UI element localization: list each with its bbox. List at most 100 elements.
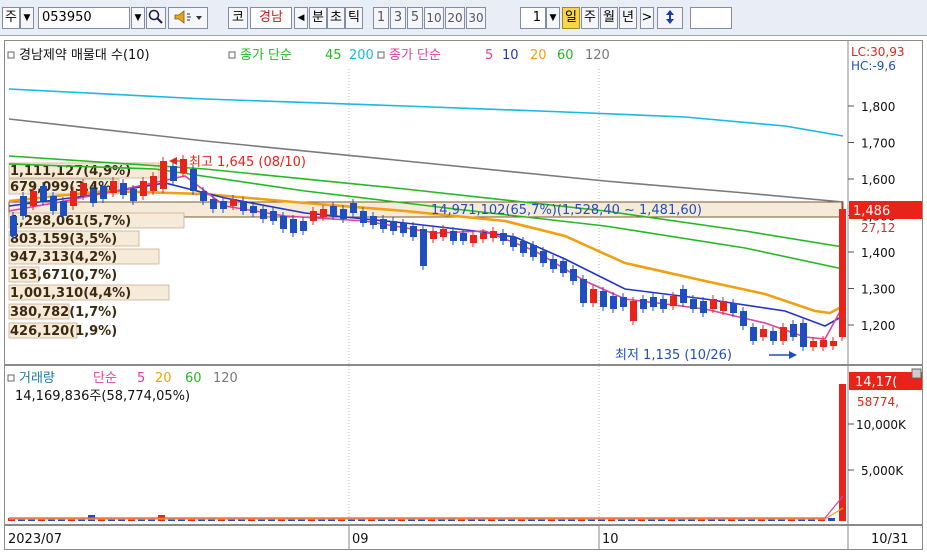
candle-body bbox=[640, 299, 647, 309]
price-legend-title: 경남제약 매물대 수(10) bbox=[19, 48, 150, 63]
candle-body bbox=[310, 211, 317, 221]
period-minute-button[interactable]: 분 bbox=[309, 7, 327, 29]
volume-ma60: 60 bbox=[185, 371, 202, 386]
price-tick-label: 1,300 bbox=[861, 283, 895, 297]
candle-body bbox=[670, 296, 677, 306]
candle-body bbox=[10, 216, 17, 236]
candle-body bbox=[290, 219, 297, 233]
price-chart-panel[interactable]: 1,111,127(4,9%) 679,099(3,4%) 1,298,061(5,… bbox=[4, 40, 923, 365]
candle-body bbox=[40, 186, 47, 201]
volume-bars bbox=[8, 384, 846, 521]
candle-body bbox=[630, 301, 637, 321]
candle-body bbox=[270, 211, 277, 221]
market-select[interactable]: 주 bbox=[2, 7, 20, 29]
volume-profile-label: 947,313(4,2%) bbox=[10, 250, 117, 265]
period-year-button[interactable]: 년 bbox=[619, 7, 637, 29]
candle-body bbox=[250, 206, 257, 213]
period-count-dropdown[interactable]: ▼ bbox=[546, 7, 560, 29]
price-tick-label: 1,400 bbox=[861, 246, 895, 260]
volume-ma20: 20 bbox=[155, 371, 172, 386]
candle-body bbox=[260, 209, 267, 219]
period-count-input[interactable]: 1 bbox=[520, 7, 546, 29]
price-tick-label: 1,800 bbox=[861, 100, 895, 114]
period-3-button[interactable]: 3 bbox=[390, 7, 406, 29]
candle-body bbox=[150, 176, 157, 191]
candle-body bbox=[650, 297, 657, 307]
candle-body bbox=[570, 269, 577, 281]
volume-profile-label: 380,782(1,7%) bbox=[10, 305, 117, 320]
lc-label: LC:30,93 bbox=[851, 45, 904, 59]
market-dropdown-arrow[interactable]: ▼ bbox=[20, 7, 34, 29]
period-30-button[interactable]: 30 bbox=[466, 7, 486, 29]
period-20-button[interactable]: 20 bbox=[445, 7, 465, 29]
candle-body bbox=[460, 233, 467, 241]
candle-body bbox=[380, 219, 387, 229]
candle-body bbox=[30, 191, 37, 206]
candle-body bbox=[760, 329, 767, 337]
price-tick-label: 1,700 bbox=[861, 137, 895, 151]
candle-body bbox=[450, 231, 457, 241]
legend-box-icon bbox=[7, 374, 15, 382]
stock-code-input[interactable]: 053950 bbox=[38, 7, 130, 29]
price-change: 27,12 bbox=[861, 221, 895, 235]
candle-body bbox=[790, 324, 797, 337]
price-chart[interactable]: 1,111,127(4,9%)679,099(3,4%)1,298,061(5,… bbox=[5, 41, 922, 364]
search-button[interactable] bbox=[146, 7, 166, 29]
candle-body bbox=[230, 199, 237, 206]
code-dropdown-arrow[interactable]: ▼ bbox=[131, 7, 145, 29]
candle-body bbox=[300, 221, 307, 231]
volume-chart-panel[interactable]: 거래량 단순 5 20 60 120 14,169,836주(58,774,05… bbox=[4, 365, 923, 525]
volume-summary: 14,169,836주(58,774,05%) bbox=[15, 389, 190, 404]
candle-body bbox=[780, 327, 787, 341]
candle-body bbox=[470, 235, 477, 243]
candle-body bbox=[330, 206, 337, 216]
candle-body bbox=[800, 323, 807, 347]
stock-name: 경남 bbox=[250, 7, 292, 29]
period-10-button[interactable]: 10 bbox=[424, 7, 444, 29]
candle-body bbox=[660, 299, 667, 309]
candle-body bbox=[720, 301, 727, 311]
period-5-button[interactable]: 5 bbox=[407, 7, 423, 29]
candle-body bbox=[520, 241, 527, 253]
period-1-button[interactable]: 1 bbox=[373, 7, 389, 29]
current-price: 1,486 bbox=[853, 204, 890, 219]
speaker-icon bbox=[174, 10, 202, 24]
volume-panel-close-icon[interactable] bbox=[911, 368, 922, 379]
period-day-button[interactable]: 일 bbox=[562, 7, 580, 29]
candle-body bbox=[480, 233, 487, 239]
speaker-button[interactable] bbox=[168, 7, 208, 29]
time-axis: 2023/07 09 10 10/31 bbox=[4, 525, 923, 550]
candle-body bbox=[160, 161, 167, 189]
prev-arrow-button[interactable]: ◀ bbox=[294, 7, 308, 29]
candle-body bbox=[610, 296, 617, 309]
ma45-value: 45 bbox=[325, 48, 342, 63]
chart-window: 주 ▼ 053950 ▼ 코 경남 ◀ 분 초 틱 1 3 5 10 20 30… bbox=[0, 0, 927, 552]
candle-body bbox=[430, 231, 437, 239]
candle-body bbox=[530, 245, 537, 257]
candle-body bbox=[280, 216, 287, 229]
volume-ma20-line bbox=[9, 507, 844, 520]
candle-body bbox=[170, 166, 177, 181]
x-label-2023-07: 2023/07 bbox=[8, 532, 62, 547]
next-arrow-button[interactable]: > bbox=[640, 7, 654, 29]
current-volume: 14,17( bbox=[855, 375, 897, 390]
volume-chart[interactable]: 거래량 단순 5 20 60 120 14,169,836주(58,774,05… bbox=[5, 366, 922, 524]
high-annotation: 최고 1,645 (08/10) bbox=[189, 155, 306, 170]
candle-body bbox=[690, 299, 697, 309]
candle-body bbox=[410, 226, 417, 237]
period-second-button[interactable]: 초 bbox=[327, 7, 345, 29]
search-icon bbox=[148, 9, 163, 24]
market-badge[interactable]: 코 bbox=[228, 7, 248, 29]
period-tick-button[interactable]: 틱 bbox=[345, 7, 363, 29]
extra-input[interactable] bbox=[690, 7, 732, 29]
candle-body bbox=[90, 189, 97, 203]
period-week-button[interactable]: 주 bbox=[581, 7, 599, 29]
candle-body bbox=[700, 301, 707, 313]
period-month-button[interactable]: 월 bbox=[600, 7, 618, 29]
candle-body bbox=[50, 196, 57, 211]
ma10-value: 10 bbox=[502, 48, 519, 63]
up-down-button[interactable] bbox=[657, 7, 683, 29]
candle-body bbox=[400, 223, 407, 233]
range-box-annotation: 14,971,102(65,7%)(1,528,40 ~ 1,481,60) bbox=[431, 203, 702, 218]
volume-tick-5000k: 5,000K bbox=[861, 464, 904, 478]
